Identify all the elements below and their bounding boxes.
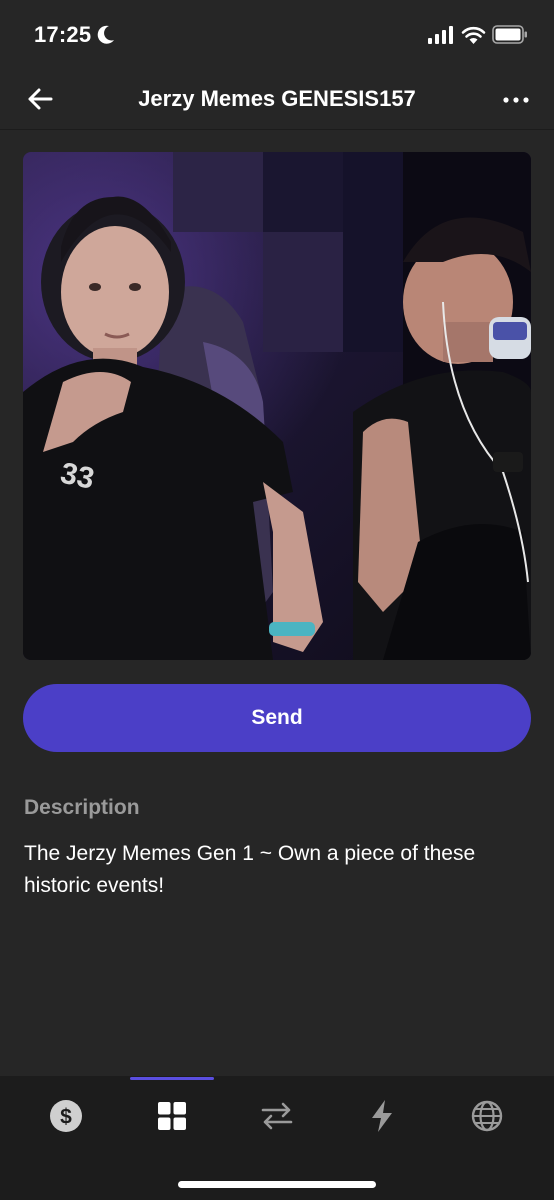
moon-icon: [97, 25, 114, 44]
tab-activity[interactable]: [364, 1098, 400, 1134]
page-title: Jerzy Memes GENESIS157: [138, 86, 416, 111]
tab-collectibles[interactable]: [154, 1098, 190, 1134]
status-bar: 17:25: [0, 0, 554, 70]
description-label: Description: [24, 796, 140, 819]
more-options-icon[interactable]: [500, 86, 532, 114]
grid-icon: [158, 1102, 186, 1130]
active-tab-indicator: [130, 1077, 214, 1080]
nft-media-image: 33: [23, 152, 531, 660]
svg-text:$: $: [60, 1106, 72, 1129]
tab-browser[interactable]: [469, 1098, 505, 1134]
lightning-icon: [372, 1100, 392, 1132]
svg-text:33: 33: [58, 457, 98, 496]
cellular-signal-icon: [428, 26, 453, 44]
send-button[interactable]: Send: [23, 684, 531, 752]
nft-photo: 33: [23, 152, 531, 660]
transfer-icon: [261, 1102, 293, 1130]
status-time: 17:25: [34, 22, 92, 47]
dollar-icon: $: [50, 1100, 82, 1132]
globe-icon: [471, 1100, 503, 1132]
wifi-icon: [461, 26, 486, 44]
battery-icon: [492, 25, 527, 44]
tab-wallet[interactable]: $: [48, 1098, 84, 1134]
home-indicator: [178, 1181, 376, 1188]
description-text: The Jerzy Memes Gen 1 ~ Own a piece of t…: [24, 842, 476, 897]
nav-header: Jerzy Memes GENESIS157: [0, 70, 554, 130]
tab-swap[interactable]: [259, 1098, 295, 1134]
